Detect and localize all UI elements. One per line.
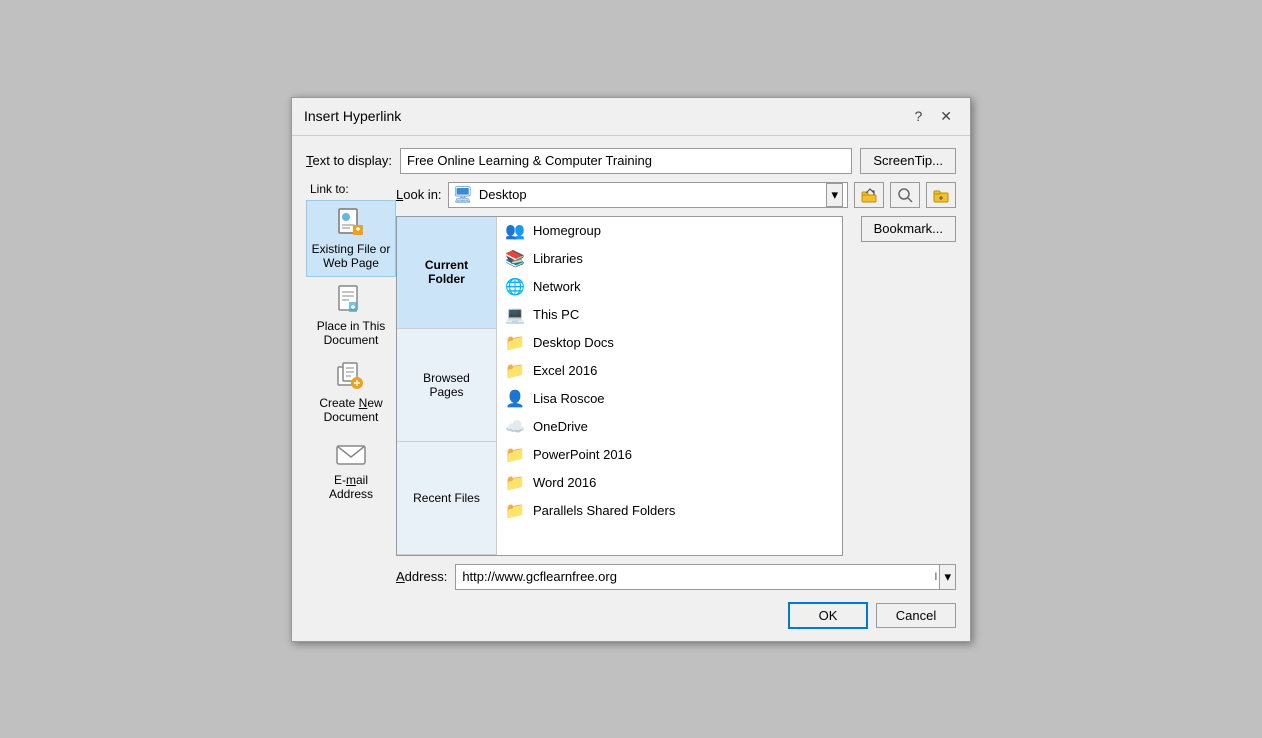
existing-file-icon (335, 207, 367, 239)
folder-icon: 📁 (505, 501, 525, 521)
email-address-label: E-mail Address (311, 473, 391, 501)
cancel-button[interactable]: Cancel (876, 603, 956, 628)
close-button[interactable]: ✕ (934, 106, 958, 127)
address-dropdown-btn[interactable]: ▾ (939, 565, 955, 589)
library-icon: 📚 (505, 249, 525, 269)
bookmark-button[interactable]: Bookmark... (861, 216, 956, 242)
text-display-row: Text to display: ScreenTip... (306, 148, 956, 174)
link-item-email[interactable]: E-mail Address (306, 431, 396, 508)
file-item-name: Network (533, 279, 581, 294)
file-browser: CurrentFolder BrowsedPages Recent Files … (396, 216, 843, 556)
nav-panel: CurrentFolder BrowsedPages Recent Files (397, 217, 497, 555)
address-row: Address: I ▾ (396, 564, 956, 590)
list-item[interactable]: 👥 Homegroup (497, 217, 842, 245)
folder-icon: 📁 (505, 333, 525, 353)
link-to-label: Link to: (306, 182, 349, 196)
folder-icon: 📁 (505, 473, 525, 493)
list-item[interactable]: 📁 Desktop Docs (497, 329, 842, 357)
folder-icon: 📁 (505, 361, 525, 381)
ok-button[interactable]: OK (788, 602, 868, 629)
file-item-name: This PC (533, 307, 579, 322)
dialog-title: Insert Hyperlink (304, 108, 401, 124)
text-display-label: Text to display: (306, 153, 392, 168)
address-input[interactable] (456, 567, 934, 586)
dialog-body: Text to display: ScreenTip... Link to: (292, 136, 970, 641)
file-item-name: OneDrive (533, 419, 588, 434)
address-input-wrap: I ▾ (455, 564, 956, 590)
file-item-name: Desktop Docs (533, 335, 614, 350)
insert-hyperlink-dialog: Insert Hyperlink ? ✕ Text to display: Sc… (291, 97, 971, 642)
file-item-name: Libraries (533, 251, 583, 266)
list-item[interactable]: 📁 Word 2016 (497, 469, 842, 497)
nav-current-folder[interactable]: CurrentFolder (397, 217, 496, 330)
title-bar-controls: ? ✕ (908, 106, 958, 127)
action-row: OK Cancel (396, 598, 956, 629)
file-item-name: Lisa Roscoe (533, 391, 605, 406)
lookin-row: Look in: 🖥 Desktop ▾ (396, 182, 956, 208)
list-item[interactable]: 📁 Parallels Shared Folders (497, 497, 842, 525)
browser-area: CurrentFolder BrowsedPages Recent Files … (396, 216, 956, 556)
right-content: Look in: 🖥 Desktop ▾ (396, 182, 956, 629)
onedrive-icon: ☁️ (505, 417, 525, 437)
existing-file-label: Existing File orWeb Page (312, 242, 391, 270)
create-new-label: Create NewDocument (319, 396, 382, 424)
link-item-new[interactable]: Create NewDocument (306, 354, 396, 431)
lookin-folder-icon: 🖥 (453, 185, 473, 205)
file-item-name: Excel 2016 (533, 363, 597, 378)
computer-icon: 💻 (505, 305, 525, 325)
right-buttons: Bookmark... (851, 216, 956, 556)
list-item[interactable]: 💻 This PC (497, 301, 842, 329)
link-item-existing[interactable]: Existing File orWeb Page (306, 200, 396, 277)
place-in-doc-icon (335, 284, 367, 316)
list-item[interactable]: 📁 PowerPoint 2016 (497, 441, 842, 469)
text-display-input[interactable] (400, 148, 852, 174)
network-icon: 🌐 (505, 277, 525, 297)
lookin-search-btn[interactable] (890, 182, 920, 208)
list-item[interactable]: 👤 Lisa Roscoe (497, 385, 842, 413)
user-icon: 👤 (505, 389, 525, 409)
file-item-name: Word 2016 (533, 475, 596, 490)
list-item[interactable]: 📁 Excel 2016 (497, 357, 842, 385)
file-list[interactable]: 👥 Homegroup 📚 Libraries 🌐 Network 💻 This PC 📁 Des… (497, 217, 842, 555)
list-item[interactable]: ☁️ OneDrive (497, 413, 842, 441)
main-area: Link to: Exis (306, 182, 956, 629)
file-item-name: Homegroup (533, 223, 601, 238)
lookin-value: Desktop (479, 187, 821, 202)
email-icon (335, 438, 367, 470)
folder-icon: 📁 (505, 445, 525, 465)
link-item-place[interactable]: Place in ThisDocument (306, 277, 396, 354)
place-in-doc-label: Place in ThisDocument (317, 319, 385, 347)
title-bar: Insert Hyperlink ? ✕ (292, 98, 970, 136)
nav-browsed-pages[interactable]: BrowsedPages (397, 329, 496, 442)
create-new-icon (335, 361, 367, 393)
link-to-panel: Link to: Exis (306, 182, 396, 629)
screentip-button[interactable]: ScreenTip... (860, 148, 956, 174)
address-label: Address: (396, 569, 447, 584)
file-item-name: PowerPoint 2016 (533, 447, 632, 462)
list-item[interactable]: 🌐 Network (497, 273, 842, 301)
file-item-name: Parallels Shared Folders (533, 503, 675, 518)
list-item[interactable]: 📚 Libraries (497, 245, 842, 273)
nav-recent-files[interactable]: Recent Files (397, 442, 496, 555)
lookin-up-btn[interactable] (854, 182, 884, 208)
lookin-label: Look in: (396, 187, 442, 202)
lookin-newfolder-btn[interactable] (926, 182, 956, 208)
homegroup-icon: 👥 (505, 221, 525, 241)
help-button[interactable]: ? (908, 106, 928, 126)
lookin-dropdown-btn[interactable]: ▾ (826, 183, 843, 207)
lookin-select[interactable]: 🖥 Desktop ▾ (448, 182, 848, 208)
